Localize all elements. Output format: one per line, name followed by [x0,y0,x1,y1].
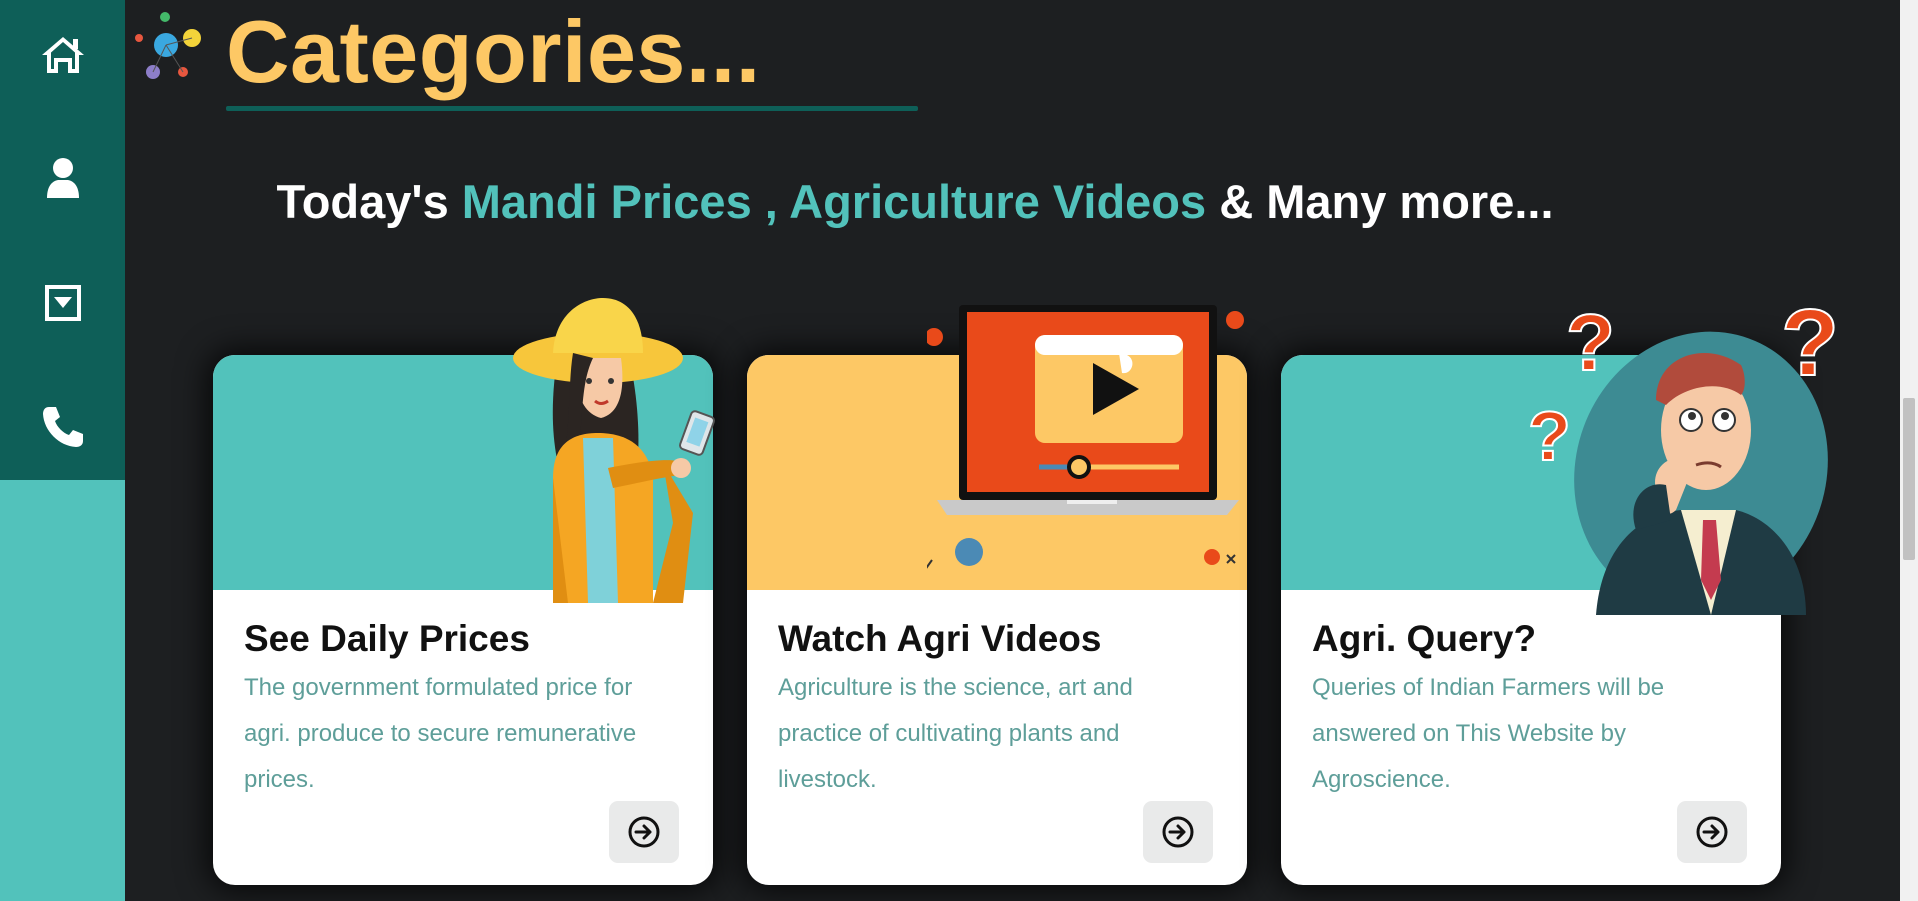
scrollbar-thumb[interactable] [1903,398,1915,560]
card-description: The government formulated price for agri… [244,674,637,793]
card-daily-prices: See Daily Prices The government formulat… [213,298,715,885]
logo-icon [135,12,201,79]
sidebar-item-home[interactable] [0,0,125,110]
svg-text:?: ? [1528,397,1571,475]
page-scrollbar[interactable] [1900,0,1918,901]
page-subtitle: Today's Mandi Prices , Agriculture Video… [0,172,1760,232]
card-title: See Daily Prices [244,618,530,659]
subtitle-text: Today's [276,175,462,228]
sidebar-item-menu[interactable] [0,248,125,358]
sidebar-nav [0,0,125,480]
confused-man-illustration: ? ? ? [1527,289,1840,615]
arrow-circle-right-icon [1162,816,1194,848]
daily-prices-arrow-button[interactable] [609,801,679,863]
card-description: Agriculture is the science, art and prac… [778,674,1133,793]
card-agri-query: ? ? ? Agri. Query? Queries of Indian Far… [1281,289,1840,885]
subtitle-text-end: & Many more... [1206,175,1554,228]
arrow-circle-right-icon [1696,816,1728,848]
card-description: Queries of Indian Farmers will be answer… [1312,674,1665,793]
phone-icon [42,407,83,447]
card-title: Watch Agri Videos [778,618,1102,659]
video-laptop-illustration [927,305,1244,569]
home-icon [41,37,84,73]
arrow-circle-right-icon [628,816,660,848]
subtitle-accent: Mandi Prices , Agriculture Videos [461,175,1207,228]
card-title: Agri. Query? [1312,618,1537,659]
page-title: Categories... [226,2,761,101]
sidebar-item-contact[interactable] [0,372,125,482]
page: Categories... Today's Mandi Prices , Agr… [0,0,1918,901]
svg-text:?: ? [1566,298,1615,387]
card-agri-videos: Watch Agri Videos Agriculture is the sci… [747,305,1247,885]
agri-videos-arrow-button[interactable] [1143,801,1213,863]
sidebar [0,0,125,901]
agri-query-arrow-button[interactable] [1677,801,1747,863]
farmer-woman-illustration [513,298,715,603]
title-underline [226,106,918,111]
svg-text:?: ? [1781,290,1839,396]
caret-square-down-icon [44,285,81,321]
